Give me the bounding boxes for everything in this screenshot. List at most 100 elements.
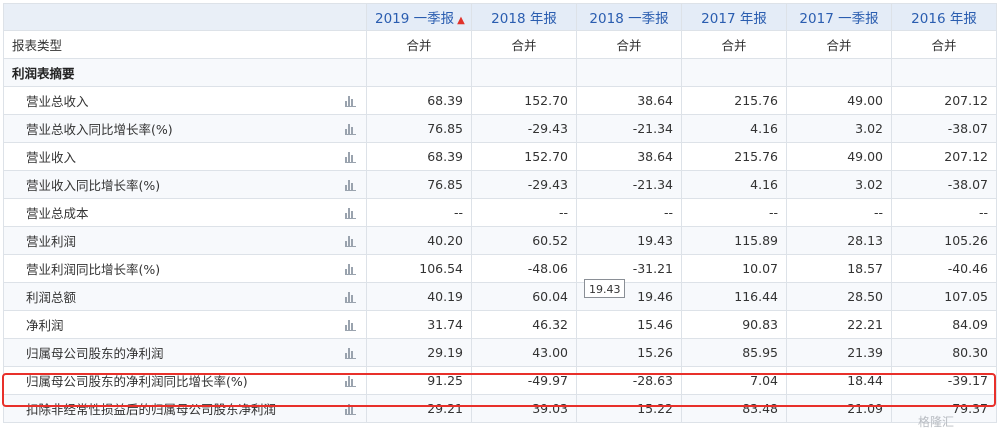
table-row: 营业收入 68.39 152.70 38.64 215.76 49.00 207.12: [3, 142, 997, 171]
value-cell: 38.64: [576, 86, 682, 115]
table-row: 归属母公司股东的净利润同比增长率(%) 91.25 -49.97 -28.63 7.04…: [3, 366, 997, 395]
value-cell: 29.19: [366, 338, 472, 367]
table-row: 营业利润 40.20 60.52 19.43 115.89 28.13 105.26: [3, 226, 997, 255]
value-cell: 18.44: [786, 366, 892, 395]
value-cell: --: [891, 198, 997, 227]
section-title: 利润表摘要: [3, 58, 367, 87]
row-label: 扣除非经常性损益后的归属母公司股东净利润: [3, 394, 367, 423]
value-cell: --: [576, 198, 682, 227]
bar-chart-icon[interactable]: [345, 320, 356, 331]
value-cell: 4.16: [681, 170, 787, 199]
report-type-cell: 合并: [681, 30, 787, 59]
report-type-cell: 合并: [786, 30, 892, 59]
row-label: 营业总收入: [3, 86, 367, 115]
value-cell: 22.21: [786, 310, 892, 339]
value-cell: 76.85: [366, 114, 472, 143]
value-cell: 49.00: [786, 86, 892, 115]
value-cell: 38.64: [576, 142, 682, 171]
period-header[interactable]: 2017 年报: [681, 3, 787, 31]
row-label: 营业总收入同比增长率(%): [3, 114, 367, 143]
value-cell: 152.70: [471, 142, 577, 171]
value-cell: 31.74: [366, 310, 472, 339]
bar-chart-icon[interactable]: [345, 292, 356, 303]
value-tooltip: 19.43: [584, 279, 625, 298]
value-cell: -29.43: [471, 170, 577, 199]
value-cell: 83.48: [681, 394, 787, 423]
period-header[interactable]: 2018 一季报: [576, 3, 682, 31]
bar-chart-icon[interactable]: [345, 236, 356, 247]
value-cell: 105.26: [891, 226, 997, 255]
value-cell: 29.21: [366, 394, 472, 423]
header-row: 2019 一季报 ▲ 2018 年报 2018 一季报 2017 年报 2017 …: [3, 3, 997, 31]
value-cell: --: [366, 198, 472, 227]
row-label: 营业利润: [3, 226, 367, 255]
value-cell: 15.22: [576, 394, 682, 423]
value-cell: 90.83: [681, 310, 787, 339]
value-cell: --: [786, 198, 892, 227]
period-header[interactable]: 2017 一季报: [786, 3, 892, 31]
row-label: 营业收入: [3, 142, 367, 171]
report-type-row: 报表类型 合并 合并 合并 合并 合并 合并: [3, 30, 997, 59]
value-cell: 15.26: [576, 338, 682, 367]
value-cell: 91.25: [366, 366, 472, 395]
period-header[interactable]: 2019 一季报 ▲: [366, 3, 472, 31]
table-row: 归属母公司股东的净利润 29.19 43.00 15.26 85.95 21.39 80.3…: [3, 338, 997, 367]
row-label: 营业总成本: [3, 198, 367, 227]
value-cell: -38.07: [891, 114, 997, 143]
period-header[interactable]: 2016 年报: [891, 3, 997, 31]
bar-chart-icon[interactable]: [345, 264, 356, 275]
bar-chart-icon[interactable]: [345, 208, 356, 219]
bell-icon: ▲: [457, 15, 465, 26]
bar-chart-icon[interactable]: [345, 96, 356, 107]
value-cell: 85.95: [681, 338, 787, 367]
value-cell: -48.06: [471, 254, 577, 283]
value-cell: 107.05: [891, 282, 997, 311]
bar-chart-icon[interactable]: [345, 152, 356, 163]
report-type-cell: 合并: [471, 30, 577, 59]
value-cell: 40.20: [366, 226, 472, 255]
value-cell: -39.17: [891, 366, 997, 395]
value-cell: 7.04: [681, 366, 787, 395]
value-cell: 3.02: [786, 170, 892, 199]
value-cell: 76.85: [366, 170, 472, 199]
value-cell: 207.12: [891, 142, 997, 171]
income-statement-table: 2019 一季报 ▲ 2018 年报 2018 一季报 2017 年报 2017 …: [3, 3, 997, 423]
value-cell: 21.09: [786, 394, 892, 423]
table-row: 营业总收入同比增长率(%) 76.85 -29.43 -21.34 4.16 3.02 -3…: [3, 114, 997, 143]
value-cell: 80.30: [891, 338, 997, 367]
table-row: 营业收入同比增长率(%) 76.85 -29.43 -21.34 4.16 3.02 -38…: [3, 170, 997, 199]
value-cell: 106.54: [366, 254, 472, 283]
value-cell: 21.39: [786, 338, 892, 367]
value-cell: 43.00: [471, 338, 577, 367]
row-label: 归属母公司股东的净利润: [3, 338, 367, 367]
value-cell: 215.76: [681, 86, 787, 115]
value-cell: --: [681, 198, 787, 227]
value-cell: 46.32: [471, 310, 577, 339]
value-cell: 3.02: [786, 114, 892, 143]
value-cell: 28.50: [786, 282, 892, 311]
period-header[interactable]: 2018 年报: [471, 3, 577, 31]
value-cell: 152.70: [471, 86, 577, 115]
bar-chart-icon[interactable]: [345, 180, 356, 191]
watermark: 格隆汇: [918, 415, 955, 429]
row-label: 净利润: [3, 310, 367, 339]
value-cell: -21.34: [576, 114, 682, 143]
bar-chart-icon[interactable]: [345, 348, 356, 359]
value-cell: 68.39: [366, 86, 472, 115]
table-row: 营业总成本 -- -- -- -- -- --: [3, 198, 997, 227]
report-type-cell: 合并: [891, 30, 997, 59]
table-row: 利润总额 40.19 60.04 19.46 116.44 28.50 107.05: [3, 282, 997, 311]
value-cell: 115.89: [681, 226, 787, 255]
table-row: 营业利润同比增长率(%) 106.54 -48.06 -31.21 10.07 18.57…: [3, 254, 997, 283]
data-rows: 营业总收入 68.39 152.70 38.64 215.76 49.00 207.12 营业…: [3, 86, 997, 423]
header-blank: [3, 3, 367, 31]
row-label: 报表类型: [3, 30, 367, 59]
value-cell: -40.46: [891, 254, 997, 283]
value-cell: 84.09: [891, 310, 997, 339]
table-row: 营业总收入 68.39 152.70 38.64 215.76 49.00 207.12: [3, 86, 997, 115]
bar-chart-icon[interactable]: [345, 124, 356, 135]
report-type-cell: 合并: [366, 30, 472, 59]
bar-chart-icon[interactable]: [345, 404, 356, 415]
value-cell: 28.13: [786, 226, 892, 255]
bar-chart-icon[interactable]: [345, 376, 356, 387]
